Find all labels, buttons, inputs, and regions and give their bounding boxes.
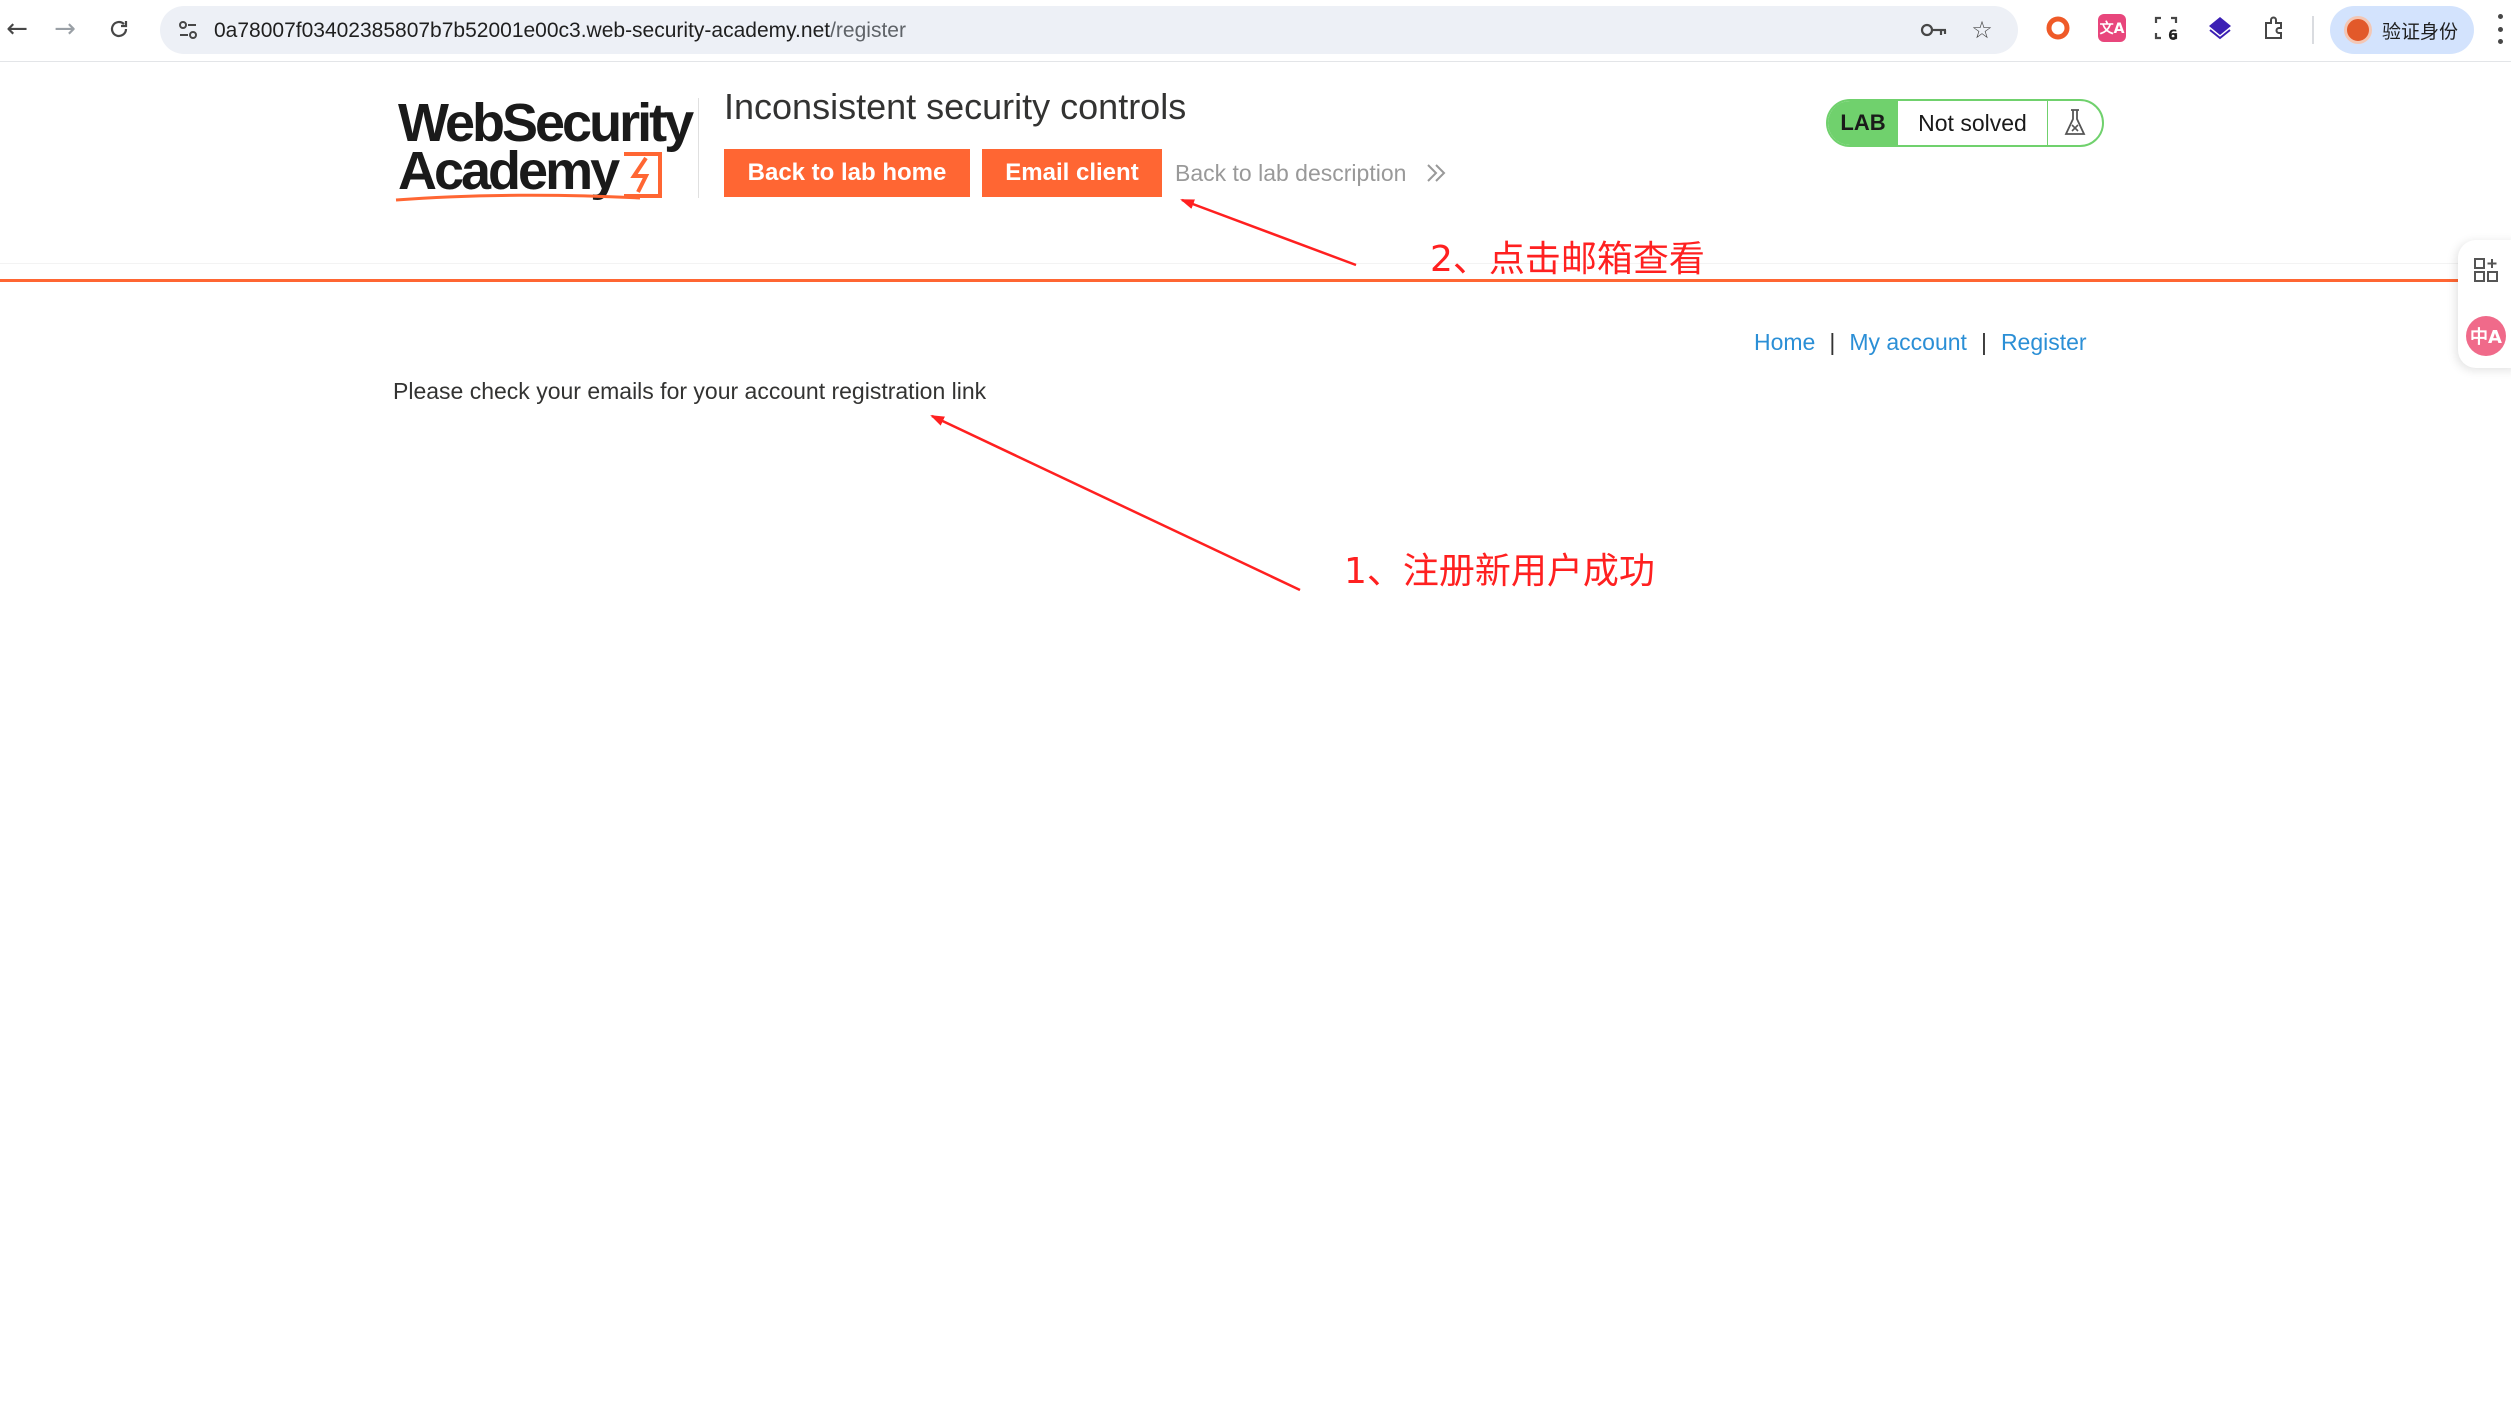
site-info-icon[interactable] <box>174 16 202 44</box>
lab-status-text: Not solved <box>1898 101 2048 145</box>
email-client-button[interactable]: Email client <box>982 149 1162 197</box>
web-security-academy-logo[interactable]: WebSecurity Academy <box>394 92 704 204</box>
extensions-puzzle-icon[interactable] <box>2260 14 2288 42</box>
double-chevron-right-icon <box>1427 164 1446 182</box>
profile-button[interactable]: 验证身份 <box>2330 6 2474 54</box>
flask-icon <box>2048 101 2102 145</box>
lab-status-widget: LAB Not solved <box>1826 99 2104 147</box>
screenshot-extension-icon[interactable]: 6 <box>2152 14 2180 44</box>
nav-separator: | <box>1829 329 1836 355</box>
translate-icon[interactable]: 中A <box>2466 316 2506 356</box>
registration-message: Please check your emails for your accoun… <box>393 378 987 404</box>
address-bar[interactable]: 0a78007f03402385807b7b52001e00c3.web-sec… <box>160 6 2018 54</box>
reload-icon[interactable] <box>102 12 136 46</box>
annotation-overlay <box>930 198 1357 592</box>
bookmark-star-icon[interactable]: ☆ <box>1968 16 1996 44</box>
translate-extension-icon[interactable]: 文A <box>2098 14 2126 42</box>
lab-tag: LAB <box>1828 101 1898 145</box>
profile-label: 验证身份 <box>2382 20 2459 43</box>
annotation-arrow-registered <box>930 414 1301 592</box>
back-to-lab-description-link[interactable]: Back to lab description <box>1175 160 1406 187</box>
header-orange-divider <box>0 279 2511 282</box>
url-host: 0a78007f03402385807b7b52001e00c3.web-sec… <box>214 19 831 42</box>
url-text[interactable]: 0a78007f03402385807b7b52001e00c3.web-sec… <box>214 19 906 43</box>
my-account-link[interactable]: My account <box>1849 329 1967 355</box>
password-key-icon[interactable] <box>1920 16 1948 44</box>
annotation-email-note: 2、点击邮箱查看 <box>1430 239 1705 280</box>
browser-menu-icon[interactable] <box>2494 14 2506 44</box>
forward-arrow-icon[interactable]: → <box>48 12 82 46</box>
stack-layers-extension-icon[interactable] <box>2206 14 2234 42</box>
avatar <box>2344 16 2372 44</box>
account-nav: Home | My account | Register <box>1754 329 2087 356</box>
annotation-registered-note: 1、注册新用户成功 <box>1344 551 1655 592</box>
page-title: Inconsistent security controls <box>724 86 1187 127</box>
annotation-arrow-email <box>1180 198 1357 267</box>
nav-separator: | <box>1980 329 1987 355</box>
url-path: /register <box>830 19 906 42</box>
home-link[interactable]: Home <box>1754 329 1815 355</box>
side-tool-panel: 中A <box>2458 240 2511 368</box>
qr-grid-icon[interactable] <box>2472 256 2500 284</box>
logo-divider <box>698 98 699 198</box>
extension-badge: 6 <box>2168 28 2178 44</box>
header-faint-divider <box>0 263 2511 264</box>
logo-underline <box>395 193 641 202</box>
browser-toolbar: ← → 0a78007f03402385807b7b52001e00c3.web… <box>0 0 2511 62</box>
register-link[interactable]: Register <box>2001 329 2087 355</box>
toolbar-divider <box>2312 16 2314 44</box>
back-arrow-icon[interactable]: ← <box>0 12 34 46</box>
back-to-lab-home-button[interactable]: Back to lab home <box>724 149 970 197</box>
extension-orange-ring-icon[interactable] <box>2044 14 2072 42</box>
